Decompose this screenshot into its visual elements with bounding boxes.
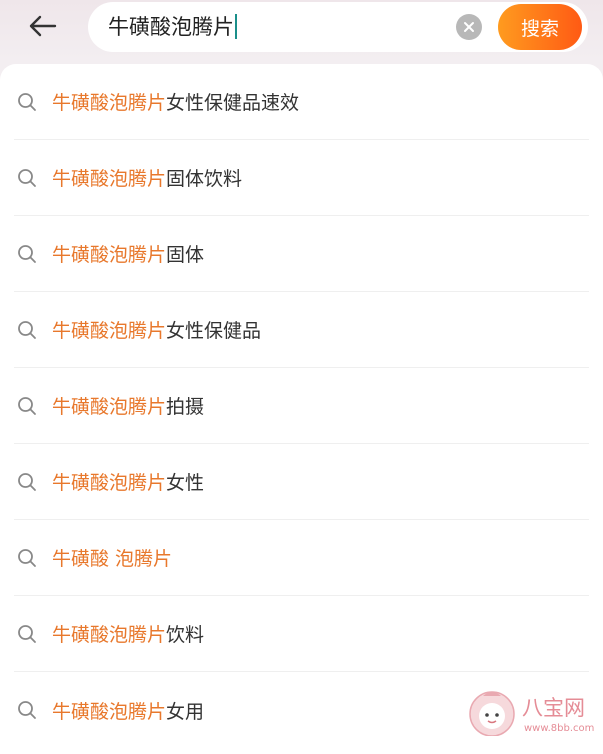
suggestion-item[interactable]: 牛磺酸泡腾片饮料 bbox=[14, 596, 589, 672]
suggestion-item[interactable]: 牛磺酸泡腾片拍摄 bbox=[14, 368, 589, 444]
suggestion-rest: 固体 bbox=[166, 244, 205, 266]
suggestion-highlight: 牛磺酸泡腾片 bbox=[52, 92, 167, 114]
search-icon bbox=[16, 319, 38, 341]
suggestion-text: 牛磺酸泡腾片女性 bbox=[52, 468, 204, 495]
suggestion-item[interactable]: 牛磺酸泡腾片固体饮料 bbox=[14, 140, 589, 216]
suggestion-highlight: 牛磺酸泡腾片 bbox=[52, 700, 167, 723]
search-query-text: 牛磺酸泡腾片 bbox=[108, 15, 234, 39]
suggestion-text: 牛磺酸泡腾片女性保健品 bbox=[52, 316, 261, 343]
back-button[interactable] bbox=[22, 8, 62, 44]
suggestion-rest: 固体饮料 bbox=[166, 168, 243, 190]
suggestion-text: 牛磺酸泡腾片固体 bbox=[52, 240, 204, 267]
suggestion-highlight: 牛磺酸泡腾片 bbox=[52, 472, 167, 494]
suggestion-item[interactable]: 牛磺酸泡腾片女性 bbox=[14, 444, 589, 520]
watermark: 八宝网 www.8bb.com bbox=[466, 682, 603, 737]
clear-button[interactable] bbox=[456, 14, 482, 40]
arrow-left-icon bbox=[29, 15, 57, 37]
suggestion-highlight: 牛磺酸泡腾片 bbox=[52, 624, 167, 646]
suggestion-item[interactable]: 牛磺酸 泡腾片 bbox=[14, 520, 589, 596]
suggestion-text: 牛磺酸 泡腾片 bbox=[52, 544, 172, 571]
search-input[interactable]: 牛磺酸泡腾片 bbox=[108, 13, 237, 41]
suggestion-list: 牛磺酸泡腾片女性保健品速效 牛磺酸泡腾片固体饮料 牛磺酸泡腾片固体 牛磺酸泡腾片女性保… bbox=[0, 64, 603, 748]
suggestion-text: 牛磺酸泡腾片女性保健品速效 bbox=[52, 88, 299, 115]
clear-icon bbox=[464, 22, 474, 32]
search-icon bbox=[16, 243, 38, 265]
suggestion-text: 牛磺酸泡腾片饮料 bbox=[52, 620, 204, 647]
suggestion-rest: 女用 bbox=[166, 700, 205, 723]
suggestion-rest: 拍摄 bbox=[166, 396, 205, 418]
suggestion-item[interactable]: 牛磺酸泡腾片固体 bbox=[14, 216, 589, 292]
suggestion-highlight: 牛磺酸泡腾片 bbox=[52, 396, 167, 418]
suggestion-highlight: 牛磺酸泡腾片 bbox=[52, 320, 167, 342]
suggestion-rest: 女性保健品速效 bbox=[166, 92, 300, 114]
search-icon bbox=[16, 623, 38, 645]
text-caret bbox=[235, 14, 237, 39]
suggestion-rest: 女性保健品 bbox=[166, 320, 262, 342]
search-icon bbox=[16, 699, 38, 721]
suggestion-panel: 牛磺酸泡腾片女性保健品速效 牛磺酸泡腾片固体饮料 牛磺酸泡腾片固体 牛磺酸泡腾片女性保… bbox=[0, 64, 603, 754]
suggestion-highlight: 牛磺酸泡腾片 bbox=[52, 168, 167, 190]
suggestion-highlight: 牛磺酸泡腾片 bbox=[52, 244, 167, 266]
search-icon bbox=[16, 395, 38, 417]
search-button[interactable]: 搜索 bbox=[498, 4, 582, 50]
search-icon bbox=[16, 471, 38, 493]
suggestion-text: 牛磺酸泡腾片拍摄 bbox=[52, 392, 204, 419]
top-bar: 牛磺酸泡腾片 搜索 bbox=[0, 0, 603, 60]
search-icon bbox=[16, 91, 38, 113]
suggestion-text: 牛磺酸泡腾片固体饮料 bbox=[52, 164, 242, 191]
suggestion-item[interactable]: 牛磺酸泡腾片女性保健品速效 bbox=[14, 64, 589, 140]
watermark-url: www.8bb.com bbox=[524, 723, 594, 734]
search-box[interactable]: 牛磺酸泡腾片 搜索 bbox=[88, 2, 588, 52]
search-icon bbox=[16, 167, 38, 189]
watermark-logo-icon bbox=[469, 691, 515, 737]
suggestion-item[interactable]: 牛磺酸泡腾片女性保健品 bbox=[14, 292, 589, 368]
suggestion-highlight: 牛磺酸 泡腾片 bbox=[52, 548, 173, 570]
watermark-text: 八宝网 bbox=[522, 696, 585, 720]
suggestion-rest: 女性 bbox=[166, 472, 205, 494]
suggestion-text: 牛磺酸泡腾片女用 bbox=[52, 697, 204, 724]
suggestion-rest: 饮料 bbox=[166, 624, 205, 646]
search-icon bbox=[16, 547, 38, 569]
